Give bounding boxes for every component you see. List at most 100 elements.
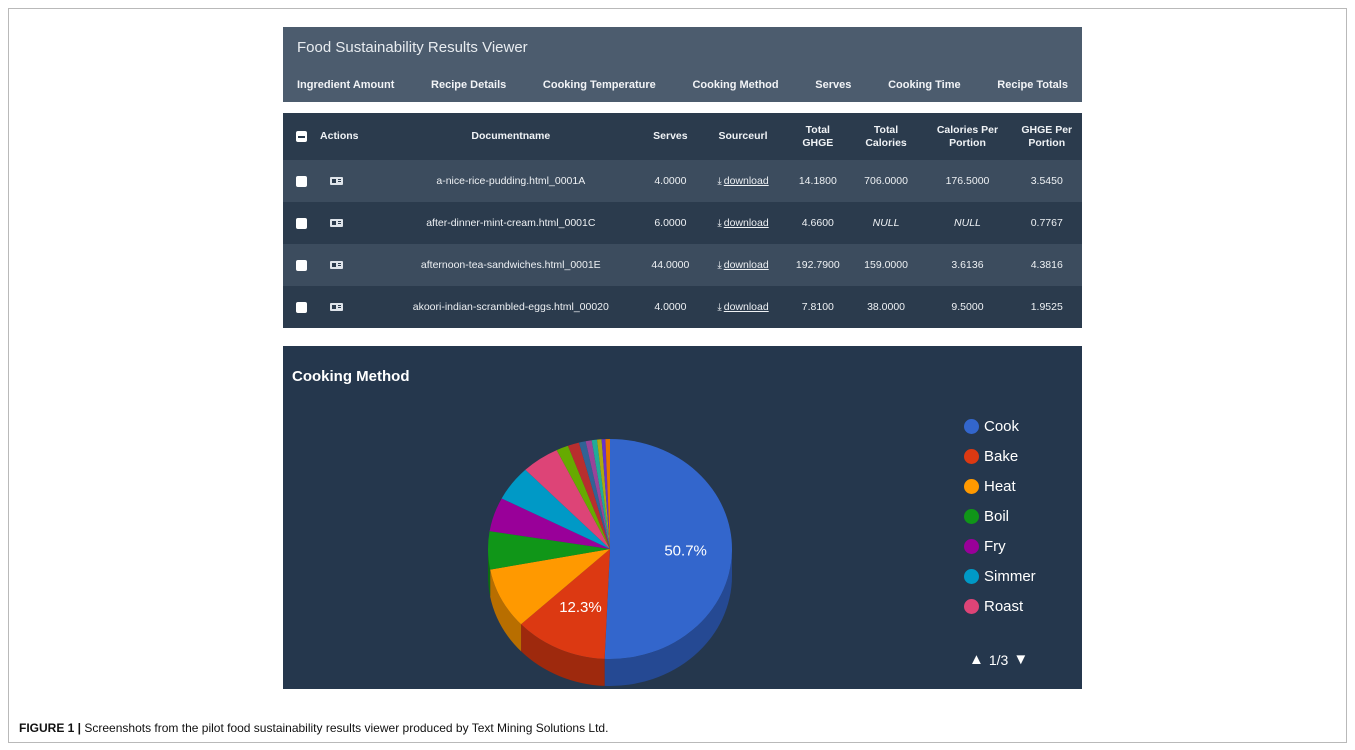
header-total-calories-line2: Calories (865, 136, 907, 149)
cell-serves: 6.0000 (654, 217, 687, 229)
cell-documentname: after-dinner-mint-cream.html_0001C (426, 217, 596, 229)
caption-label: FIGURE 1 | (19, 721, 82, 735)
row-actions-cell (316, 286, 380, 328)
table-row[interactable]: after-dinner-mint-cream.html_0001C 6.000… (283, 202, 1082, 244)
row-checkbox[interactable] (296, 175, 307, 187)
table-row[interactable]: a-nice-rice-pudding.html_0001A 4.0000 ⤓ d… (283, 160, 1082, 202)
cell-calories-per-portion: NULL (954, 217, 981, 229)
legend-label: Simmer (984, 567, 1036, 585)
cell-serves: 4.0000 (654, 301, 687, 313)
row-select-cell (283, 244, 317, 286)
cell-sourceurl: ⤓ download (698, 244, 788, 286)
cell-sourceurl: ⤓ download (699, 202, 787, 244)
header-documentname[interactable]: Documentname (380, 113, 642, 160)
nav-cooking-method[interactable]: Cooking Method (692, 79, 778, 91)
legend-item-fry[interactable]: Fry (964, 531, 1036, 561)
app-header: Food Sustainability Results Viewer Ingre… (283, 27, 1082, 102)
header-total-calories[interactable]: Total Calories (849, 113, 924, 160)
table-row[interactable]: akoori-indian-scrambled-eggs.html_00020 … (283, 286, 1082, 328)
cell-calories-per-portion: 3.6136 (923, 244, 1012, 286)
legend-item-heat[interactable]: Heat (964, 471, 1036, 501)
legend-swatch (964, 478, 979, 494)
nav-serves[interactable]: Serves (815, 79, 851, 91)
nav-cooking-time[interactable]: Cooking Time (888, 79, 961, 91)
legend-label: Roast (984, 597, 1024, 615)
edit-record-icon[interactable] (330, 219, 344, 228)
header-total-ghge[interactable]: Total GHGE (787, 113, 849, 160)
cell-total-ghge: 7.8100 (801, 301, 834, 313)
header-ghge-per-portion[interactable]: GHGE Per Portion (1012, 113, 1083, 160)
edit-record-icon[interactable] (330, 177, 344, 186)
cell-serves: 4.0000 (641, 160, 699, 202)
pager-up-icon[interactable]: ▲ (969, 651, 984, 668)
header-calories-per-portion[interactable]: Calories Per Portion (923, 113, 1011, 160)
cell-sourceurl: ⤓ download (698, 160, 788, 202)
edit-record-icon[interactable] (330, 261, 344, 270)
pie-chart: 50.7% 12.3% (488, 439, 732, 686)
row-select-cell (283, 160, 317, 202)
header-serves[interactable]: Serves (642, 113, 699, 160)
results-table: Actions Documentname Serves Sourceurl To… (283, 113, 1082, 328)
cell-ghge-per-portion: 3.5450 (1011, 160, 1082, 202)
download-icon: ⤓ (717, 176, 722, 187)
cell-total-ghge: 4.6600 (801, 217, 834, 229)
legend-swatch (964, 568, 979, 584)
header-total-calories-line1: Total (873, 123, 899, 136)
nav-bar: Ingredient Amount Recipe Details Cooking… (283, 79, 1082, 91)
row-select-cell (283, 286, 316, 328)
cooking-method-chart-panel: Cooking Method 50.7% 12.3% Cook Bake Heat… (283, 346, 1082, 689)
download-link[interactable]: download (724, 217, 769, 229)
legend-label: Cook (984, 417, 1020, 435)
legend-item-bake[interactable]: Bake (964, 441, 1036, 471)
header-actions[interactable]: Actions (316, 113, 380, 160)
cell-total-ghge: 14.1800 (787, 160, 849, 202)
legend-item-roast[interactable]: Roast (964, 591, 1036, 621)
legend-swatch (964, 418, 979, 434)
cell-documentname: a-nice-rice-pudding.html_0001A (379, 160, 642, 202)
cell-documentname: afternoon-tea-sandwiches.html_0001E (379, 244, 642, 286)
pager-down-icon[interactable]: ▼ (1013, 651, 1028, 668)
caption-text: Screenshots from the pilot food sustaina… (81, 721, 609, 735)
nav-cooking-temperature[interactable]: Cooking Temperature (543, 79, 656, 91)
select-all-checkbox[interactable] (296, 130, 307, 142)
table-header-row: Actions Documentname Serves Sourceurl To… (283, 113, 1082, 160)
legend-swatch (964, 448, 979, 464)
cell-total-calories: 38.0000 (867, 301, 906, 313)
cell-ghge-per-portion: 0.7767 (1030, 217, 1063, 229)
cell-documentname: akoori-indian-scrambled-eggs.html_00020 (412, 301, 609, 313)
legend-swatch (964, 508, 979, 524)
header-sourceurl[interactable]: Sourceurl (699, 113, 787, 160)
cell-serves: 44.0000 (641, 244, 699, 286)
chart-legend: Cook Bake Heat Boil Fry Simmer Roast (964, 411, 1036, 621)
download-link[interactable]: download (724, 175, 769, 187)
row-actions-cell (316, 202, 380, 244)
download-icon: ⤓ (717, 302, 722, 313)
cell-calories-per-portion: 176.5000 (923, 160, 1012, 202)
select-all-cell (283, 113, 316, 160)
nav-recipe-totals[interactable]: Recipe Totals (997, 79, 1068, 91)
header-total-ghge-line2: GHGE (802, 136, 834, 149)
legend-pager: ▲ 1/3 ▼ (969, 651, 1028, 668)
cell-total-ghge: 192.7900 (787, 244, 849, 286)
download-link[interactable]: download (724, 301, 769, 313)
header-ghge-per-portion-line2: Portion (1028, 136, 1066, 149)
app-title: Food Sustainability Results Viewer (297, 39, 528, 56)
legend-item-cook[interactable]: Cook (964, 411, 1036, 441)
pie-data-label: 50.7% (664, 542, 707, 559)
header-ghge-per-portion-line1: GHGE Per (1021, 123, 1073, 136)
row-checkbox[interactable] (296, 217, 307, 229)
table-row[interactable]: afternoon-tea-sandwiches.html_0001E 44.0… (283, 244, 1082, 286)
edit-record-icon[interactable] (330, 303, 344, 312)
cell-total-calories: 159.0000 (848, 244, 924, 286)
nav-ingredient-amount[interactable]: Ingredient Amount (297, 79, 394, 91)
download-link[interactable]: download (724, 259, 769, 271)
cell-ghge-per-portion: 1.9525 (1030, 301, 1063, 313)
cell-ghge-per-portion: 4.3816 (1011, 244, 1082, 286)
legend-label: Fry (984, 537, 1006, 555)
legend-item-simmer[interactable]: Simmer (964, 561, 1036, 591)
cell-calories-per-portion: 9.5000 (951, 301, 984, 313)
legend-item-boil[interactable]: Boil (964, 501, 1036, 531)
row-checkbox[interactable] (296, 259, 307, 271)
nav-recipe-details[interactable]: Recipe Details (431, 79, 506, 91)
row-checkbox[interactable] (296, 301, 307, 313)
